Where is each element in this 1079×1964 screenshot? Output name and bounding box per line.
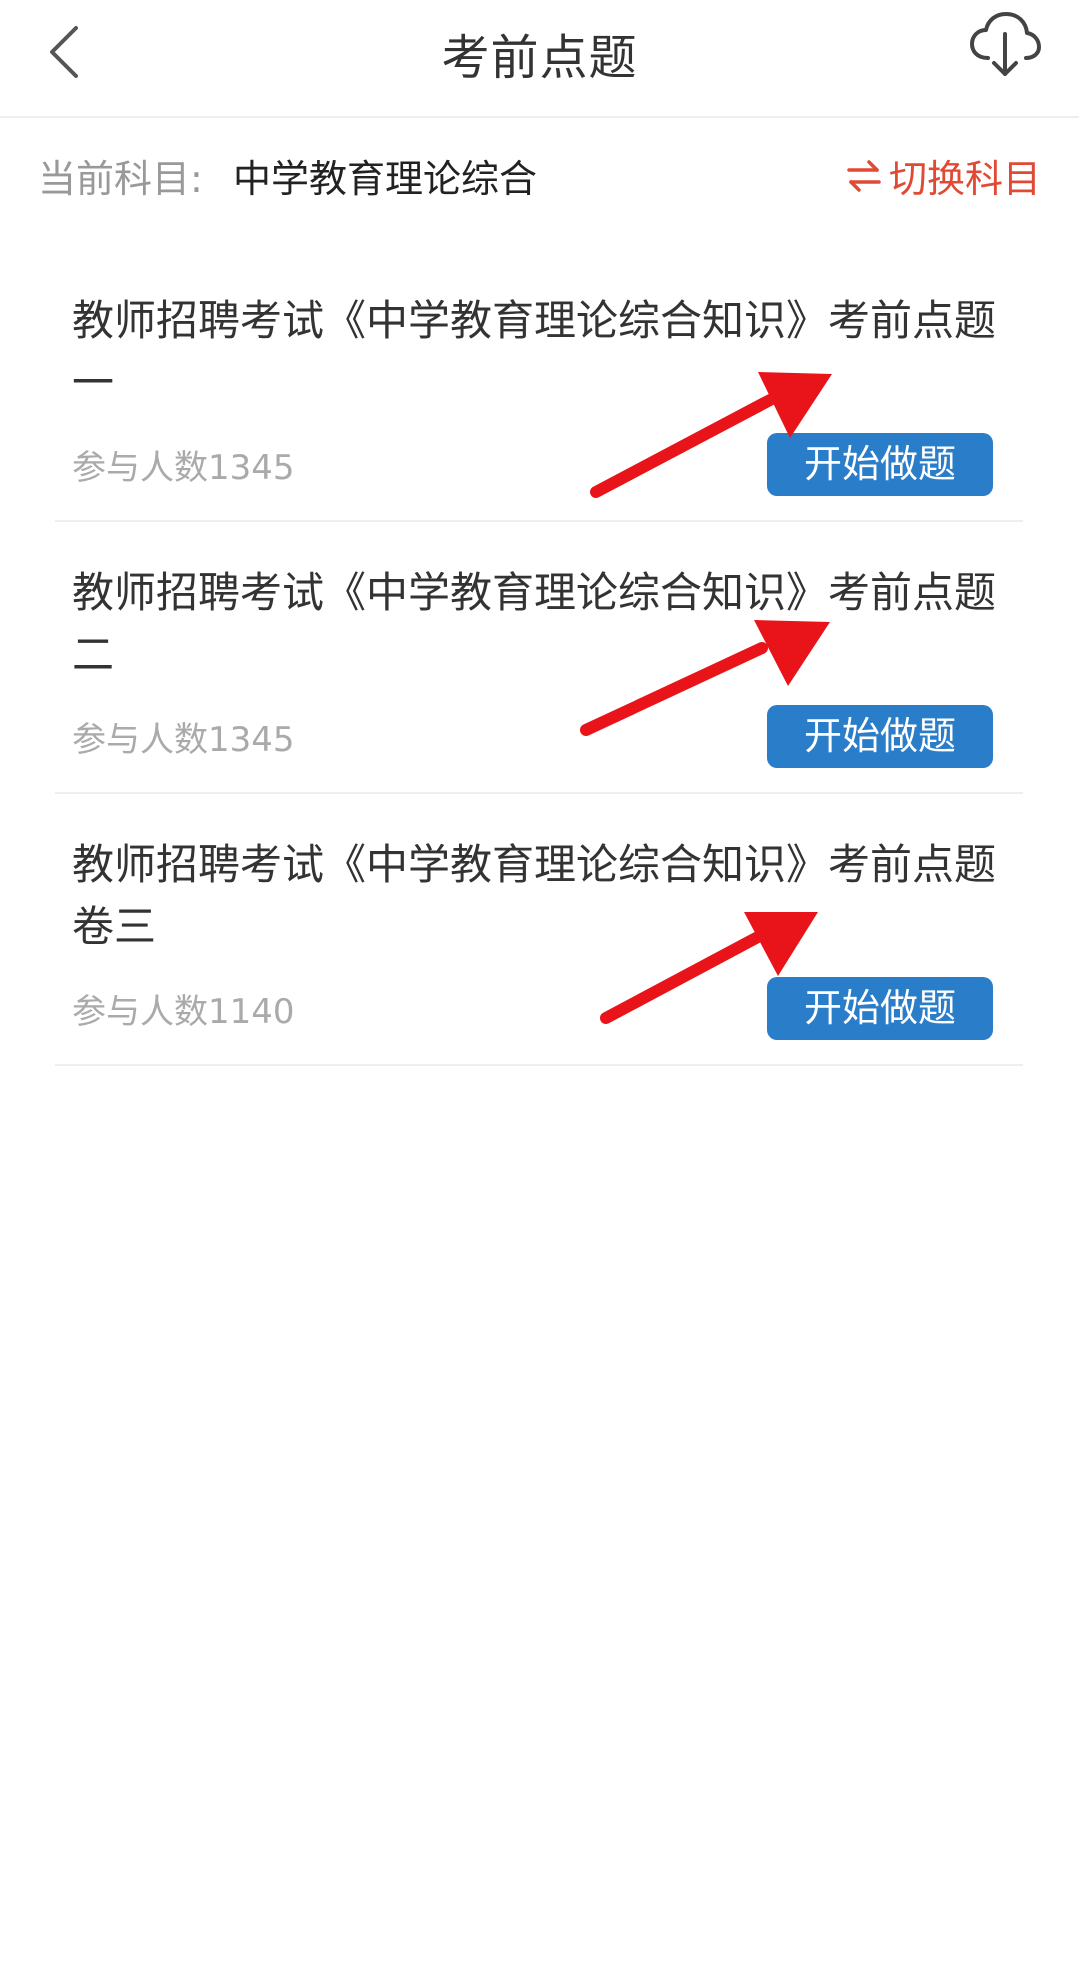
start-quiz-button[interactable]: 开始做题 — [767, 433, 993, 496]
subject-row: 当前科目: 中学教育理论综合 切换科目 — [0, 140, 1079, 210]
list-item[interactable]: 教师招聘考试《中学教育理论综合知识》考前点题卷三 参与人数1140 开始做题 — [55, 794, 1023, 1066]
swap-arrows-icon — [847, 159, 881, 192]
switch-subject-label: 切换科目 — [888, 157, 1041, 201]
list-item[interactable]: 教师招聘考试《中学教育理论综合知识》考前点题一 参与人数1345 开始做题 — [55, 250, 1023, 522]
participant-count: 参与人数1345 — [72, 720, 295, 760]
cloud-download-icon — [970, 12, 1041, 76]
switch-subject-button[interactable]: 切换科目 — [847, 148, 1041, 203]
item-title: 教师招聘考试《中学教育理论综合知识》考前点题二 — [72, 568, 997, 679]
start-quiz-button[interactable]: 开始做题 — [767, 705, 993, 768]
page: 考前点题 当前科目: 中学教育理论综合 切换科目 教师招聘考试《中学教育理论综合… — [0, 0, 1079, 1964]
page-title: 考前点题 — [441, 30, 638, 86]
exam-list: 教师招聘考试《中学教育理论综合知识》考前点题一 参与人数1345 开始做题 教师… — [55, 250, 1023, 1066]
item-title: 教师招聘考试《中学教育理论综合知识》考前点题卷三 — [72, 840, 997, 951]
start-quiz-button[interactable]: 开始做题 — [767, 977, 993, 1040]
participant-count: 参与人数1345 — [72, 448, 295, 488]
download-button[interactable] — [968, 10, 1042, 82]
item-title: 教师招聘考试《中学教育理论综合知识》考前点题一 — [72, 296, 997, 407]
subject-label: 当前科目: — [38, 157, 203, 201]
subject-value: 中学教育理论综合 — [233, 157, 538, 201]
top-bar: 考前点题 — [0, 0, 1079, 118]
participant-count: 参与人数1140 — [72, 992, 295, 1032]
list-item[interactable]: 教师招聘考试《中学教育理论综合知识》考前点题二 参与人数1345 开始做题 — [55, 522, 1023, 794]
